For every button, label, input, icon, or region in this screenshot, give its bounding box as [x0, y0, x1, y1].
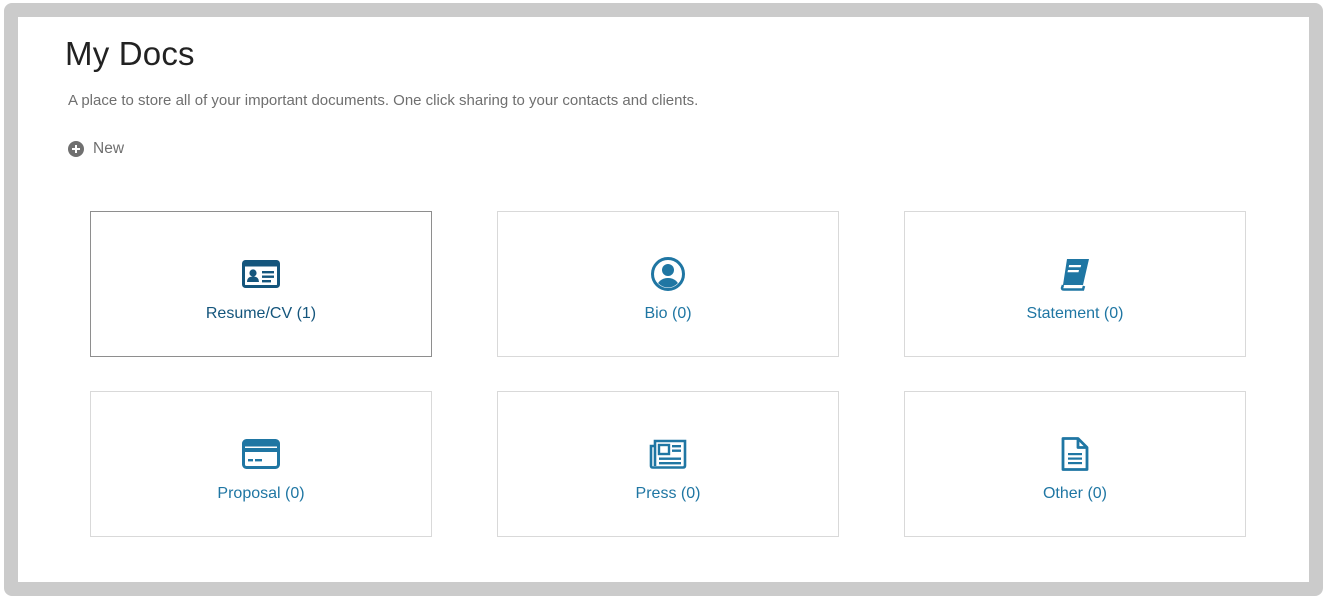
file-text-icon [905, 436, 1245, 472]
doc-category-other[interactable]: Other (0) [904, 391, 1246, 537]
doc-category-label: Bio (0) [644, 305, 692, 322]
doc-category-label: Press (0) [635, 485, 701, 502]
newspaper-icon [498, 436, 838, 472]
content-inner: My Docs A place to store all of your imp… [18, 17, 1309, 582]
id-card-icon [91, 256, 431, 292]
doc-category-label: Other (0) [1042, 485, 1107, 502]
doc-category-bio[interactable]: Bio (0) [497, 211, 839, 357]
doc-category-label: Resume/CV (1) [205, 305, 317, 322]
doc-category-proposal[interactable]: Proposal (0) [90, 391, 432, 537]
doc-category-label: Statement (0) [1026, 305, 1124, 322]
new-doc-label: New [93, 140, 125, 157]
content-panel: My Docs A place to store all of your imp… [4, 3, 1323, 596]
doc-category-label: Proposal (0) [217, 485, 305, 502]
doc-category-press[interactable]: Press (0) [497, 391, 839, 537]
credit-card-icon [91, 436, 431, 472]
user-circle-icon [498, 256, 838, 292]
new-doc-button[interactable]: New [68, 140, 124, 158]
plus-circle-icon [68, 141, 84, 157]
book-icon [905, 256, 1245, 292]
doc-category-resume-cv[interactable]: Resume/CV (1) [90, 211, 432, 357]
page-title: My Docs [65, 35, 195, 72]
doc-category-statement[interactable]: Statement (0) [904, 211, 1246, 357]
page-subtitle: A place to store all of your important d… [68, 92, 699, 109]
